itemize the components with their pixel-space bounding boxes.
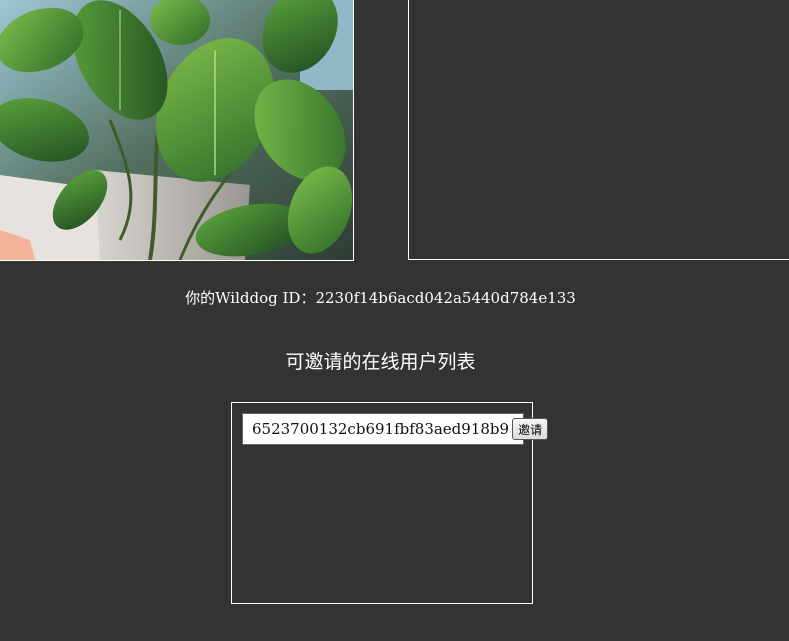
- remote-video: [408, 0, 789, 260]
- wilddog-id-value: 2230f14b6acd042a5440d784e133: [315, 289, 576, 307]
- wilddog-id-prefix: 你的Wilddog ID：: [185, 289, 316, 307]
- list-item: 6523700132cb691fbf83aed918b9 邀请: [242, 413, 549, 445]
- local-video: [0, 0, 354, 261]
- wilddog-id-line: 你的Wilddog ID：2230f14b6acd042a5440d784e13…: [0, 287, 761, 308]
- invite-button[interactable]: 邀请: [512, 418, 549, 440]
- online-users-list: 6523700132cb691fbf83aed918b9 邀请: [231, 402, 549, 604]
- camera-feed-image: [0, 0, 353, 260]
- online-users-title: 可邀请的在线用户列表: [285, 351, 476, 373]
- video-call-page: 你的Wilddog ID：2230f14b6acd042a5440d784e13…: [0, 0, 789, 641]
- user-id: 6523700132cb691fbf83aed918b9: [252, 420, 510, 438]
